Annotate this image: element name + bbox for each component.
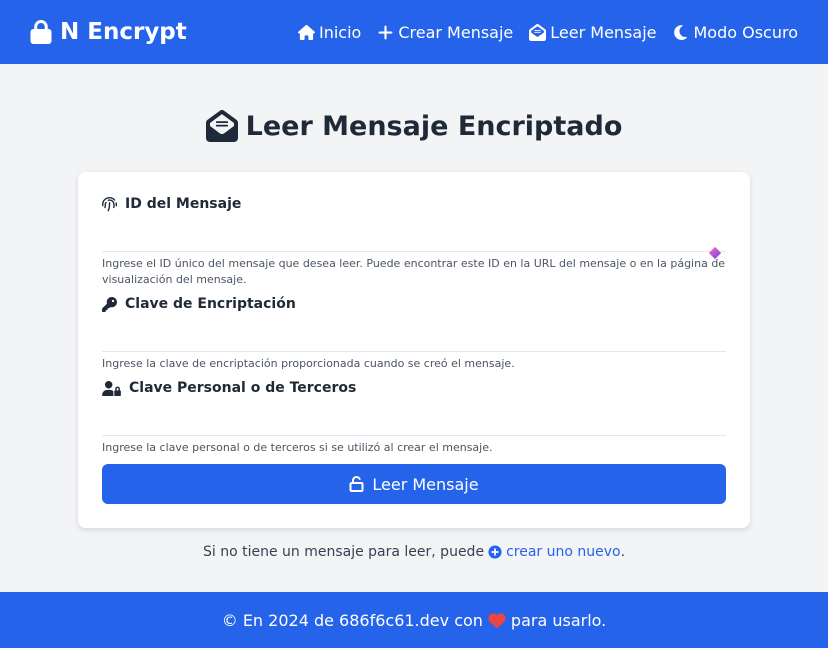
message-id-input[interactable] [102,226,726,252]
brand-name: N Encrypt [60,19,187,45]
personal-key-help: Ingrese la clave personal o de terceros … [102,441,493,454]
nav-link-modo-oscuro[interactable]: Modo Oscuro [672,23,798,42]
plus-icon [378,25,393,39]
message-id-help: Ingrese el ID único del mensaje que dese… [102,257,726,286]
encryption-key-field-group: Clave de Encriptación Ingrese la clave d… [102,296,726,372]
nav-link-label: Modo Oscuro [693,22,798,42]
nav-link-leer-mensaje[interactable]: Leer Mensaje [529,23,656,42]
moon-icon [674,24,688,40]
message-id-label-text: ID del Mensaje [125,196,242,212]
key-icon [102,296,117,312]
encryption-key-help: Ingrese la clave de encriptación proporc… [102,357,515,370]
footer-text-suffix: para usarlo. [510,610,607,630]
personal-key-field-group: Clave Personal o de Terceros Ingrese la … [102,380,726,456]
nav-link-label: Crear Mensaje [398,22,514,42]
page-title-text: Leer Mensaje Encriptado [245,110,623,142]
lock-icon [30,20,52,44]
create-new-hint-suffix: . [620,544,626,560]
create-new-link-text: crear uno nuevo [506,544,621,560]
nav-links: Inicio Crear Mensaje Leer Mensaje Modo O… [298,23,798,42]
fingerprint-icon [102,196,117,211]
create-new-hint-text: Si no tiene un mensaje para leer, puede [202,544,485,560]
nav-link-inicio[interactable]: Inicio [298,23,361,42]
personal-key-label: Clave Personal o de Terceros [102,380,726,396]
page-title: Leer Mensaje Encriptado [0,110,828,142]
unlock-icon [349,476,364,492]
message-id-label: ID del Mensaje [102,196,726,212]
encryption-key-input[interactable] [102,326,726,352]
footer: © En 2024 de 686f6c61.dev con para usarl… [0,592,828,648]
read-message-button-label: Leer Mensaje [372,474,479,494]
nav-link-crear-mensaje[interactable]: Crear Mensaje [377,23,513,42]
password-manager-icon[interactable] [708,246,722,260]
nav-link-label: Leer Mensaje [550,22,657,42]
nav-link-label: Inicio [319,22,362,42]
user-lock-icon [102,380,121,396]
envelope-open-icon [529,23,547,41]
create-new-hint: Si no tiene un mensaje para leer, puede … [0,544,828,560]
heart-icon [488,613,506,628]
message-id-field-group: ID del Mensaje Ingrese el ID único del m… [102,196,726,288]
footer-text-prefix: © En 2024 de 686f6c61.dev con [221,610,483,630]
navbar: N Encrypt Inicio Crear Mensaje Leer Mens… [0,0,828,64]
plus-circle-icon [488,545,502,559]
read-message-form: ID del Mensaje Ingrese el ID único del m… [78,172,750,528]
personal-key-input[interactable] [102,410,726,436]
read-message-button[interactable]: Leer Mensaje [102,464,726,504]
home-icon [298,24,315,40]
brand[interactable]: N Encrypt [30,19,187,45]
personal-key-label-text: Clave Personal o de Terceros [129,380,357,396]
create-new-link[interactable]: crear uno nuevo [488,544,621,560]
encryption-key-label-text: Clave de Encriptación [125,296,296,312]
envelope-open-text-icon [205,110,238,142]
encryption-key-label: Clave de Encriptación [102,296,726,312]
